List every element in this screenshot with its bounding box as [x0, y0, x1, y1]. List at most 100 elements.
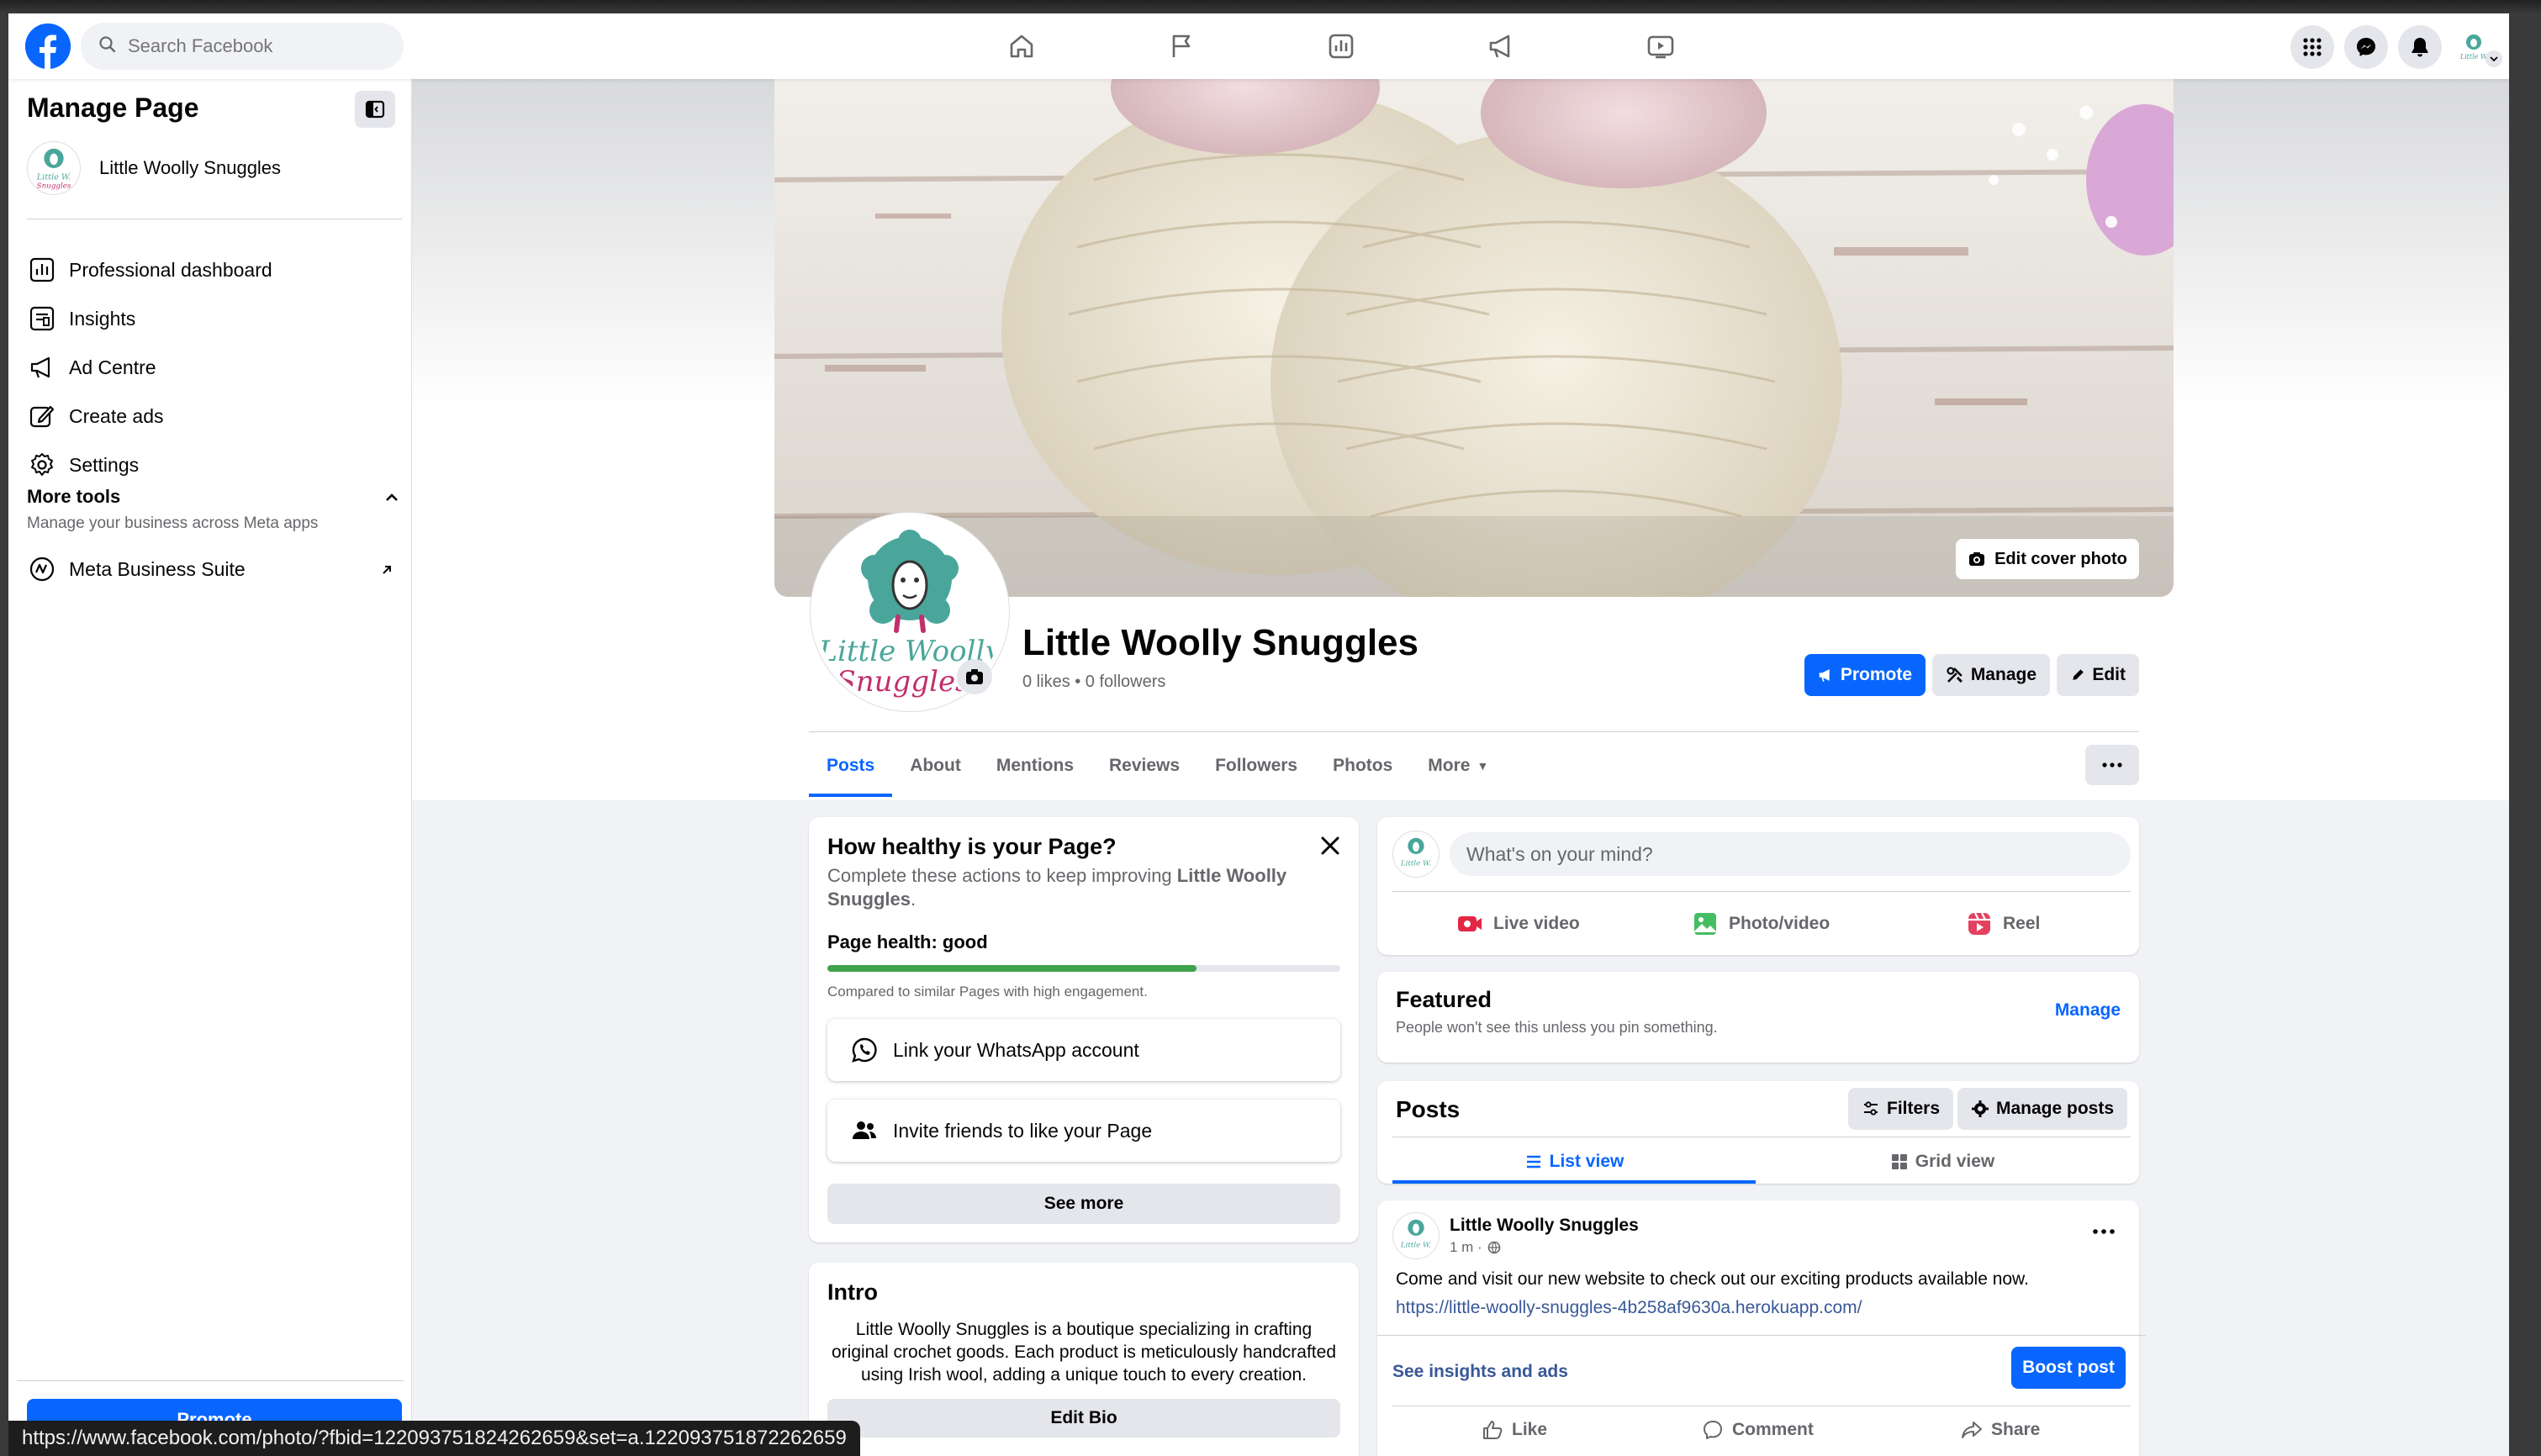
intro-card: Intro Little Woolly Snuggles is a boutiq…: [809, 1263, 1359, 1456]
sidebar-page-switcher[interactable]: Little W. Snuggles Little Woolly Snuggles: [27, 141, 281, 195]
featured-title: Featured: [1396, 987, 1492, 1012]
more-tools-subtitle: Manage your business across Meta apps: [27, 514, 319, 532]
messenger-icon[interactable]: [2344, 25, 2388, 69]
health-compare-note: Compared to similar Pages with high enga…: [827, 984, 1148, 1000]
edit-cover-photo-button[interactable]: Edit cover photo: [1956, 539, 2139, 579]
nav-home-icon[interactable]: [942, 25, 1101, 67]
share-button[interactable]: Share: [1961, 1412, 2040, 1448]
logo-text-line-2: Snuggles: [836, 665, 969, 699]
sidebar-title: Manage Page: [27, 92, 199, 123]
like-button[interactable]: Like: [1482, 1412, 1547, 1448]
svg-text:Little W: Little W: [2459, 53, 2488, 61]
more-options-button[interactable]: [2085, 745, 2139, 785]
facebook-logo-icon[interactable]: [25, 24, 71, 69]
featured-manage-link[interactable]: Manage: [2055, 1000, 2121, 1021]
filters-label: Filters: [1887, 1099, 1941, 1118]
collapse-caret-icon[interactable]: [382, 488, 402, 508]
manage-button[interactable]: Manage: [1932, 654, 2050, 696]
share-icon: [1962, 1422, 1982, 1438]
invite-friends-button[interactable]: Invite friends to like your Page: [827, 1100, 1340, 1162]
live-video-button[interactable]: Live video: [1456, 901, 1580, 947]
health-title: How healthy is your Page?: [827, 834, 1117, 859]
post-author-name[interactable]: Little Woolly Snuggles: [1450, 1216, 1639, 1236]
sidebar-item-label: Ad Centre: [69, 356, 156, 378]
sidebar-item-settings[interactable]: Settings: [24, 442, 402, 488]
nav-video-icon[interactable]: [1581, 25, 1741, 67]
composer-avatar: Little W.: [1392, 831, 1440, 878]
window-edge-left: [0, 13, 8, 1456]
see-more-label: See more: [1043, 1194, 1124, 1213]
tab-label: Posts: [827, 756, 875, 775]
health-status: Page health: good: [827, 931, 988, 952]
post-card: Little W. Little Woolly Snuggles 1 m · C…: [1377, 1200, 2146, 1456]
reel-button[interactable]: Reel: [1966, 901, 2040, 947]
post-meta: 1 m ·: [1450, 1239, 1501, 1256]
nav-flag-icon[interactable]: [1101, 25, 1261, 67]
svg-text:Little W.: Little W.: [36, 173, 71, 182]
photo-video-button[interactable]: Photo/video: [1692, 901, 1830, 947]
search-bar[interactable]: [81, 23, 404, 70]
nav-megaphone-icon[interactable]: [1421, 25, 1581, 67]
list-view-tab[interactable]: List view: [1392, 1140, 1756, 1184]
featured-card: Featured People won't see this unless yo…: [1377, 972, 2139, 1063]
menu-grid-icon[interactable]: [2290, 25, 2334, 69]
promote-label: Promote: [1840, 665, 1912, 684]
sidebar-item-label: Meta Business Suite: [69, 557, 246, 580]
link-whatsapp-button[interactable]: Link your WhatsApp account: [827, 1019, 1340, 1081]
window-edge-right: [2509, 13, 2541, 1456]
intro-title: Intro: [827, 1279, 878, 1305]
grid-view-label: Grid view: [1915, 1152, 1995, 1171]
boost-post-button[interactable]: Boost post: [2011, 1347, 2126, 1389]
nav-insights-icon[interactable]: [1261, 25, 1421, 67]
account-chevron-down-icon[interactable]: [2486, 50, 2502, 67]
post-timestamp[interactable]: 1 m ·: [1450, 1239, 1482, 1256]
cover-photo[interactable]: [774, 79, 2174, 597]
search-icon: [98, 34, 118, 59]
people-icon: [853, 1121, 876, 1139]
sidebar-item-create-ads[interactable]: Create ads: [24, 393, 402, 439]
post-options-ellipsis-icon[interactable]: [2087, 1219, 2121, 1244]
tab-followers[interactable]: Followers: [1197, 735, 1315, 797]
see-more-button[interactable]: See more: [827, 1184, 1340, 1224]
window-chrome: [0, 0, 2541, 13]
camera-icon: [1969, 552, 1985, 566]
composer-divider: [1392, 891, 2131, 892]
tab-reviews[interactable]: Reviews: [1091, 735, 1197, 797]
tab-about[interactable]: About: [892, 735, 979, 797]
sidebar-item-label: Insights: [69, 307, 136, 330]
search-input[interactable]: [128, 35, 380, 57]
sidebar-item-insights[interactable]: Insights: [24, 296, 402, 341]
top-navigation-bar: Little W: [8, 13, 2509, 79]
live-video-label: Live video: [1493, 914, 1580, 933]
post-author-avatar[interactable]: Little W.: [1392, 1212, 1440, 1259]
filters-button[interactable]: Filters: [1848, 1088, 1954, 1130]
account-avatar[interactable]: Little W: [2452, 25, 2502, 69]
sidebar-item-ad-centre[interactable]: Ad Centre: [24, 345, 402, 390]
collapse-sidebar-icon[interactable]: [355, 91, 395, 128]
edit-page-button[interactable]: Edit: [2057, 654, 2139, 696]
tab-photos[interactable]: Photos: [1315, 735, 1410, 797]
notifications-bell-icon[interactable]: [2398, 25, 2442, 69]
composer-placeholder: What's on your mind?: [1466, 842, 1653, 865]
manage-posts-button[interactable]: Manage posts: [1957, 1088, 2128, 1130]
page-title: Little Woolly Snuggles: [1022, 622, 1418, 663]
sidebar-item-professional-dashboard[interactable]: Professional dashboard: [24, 247, 402, 293]
close-icon[interactable]: [1317, 832, 1344, 859]
edit-bio-button[interactable]: Edit Bio: [827, 1399, 1340, 1438]
comment-label: Comment: [1732, 1420, 1814, 1439]
promote-button[interactable]: Promote: [1804, 654, 1926, 696]
grid-view-tab[interactable]: Grid view: [1761, 1140, 2124, 1184]
see-insights-link[interactable]: See insights and ads: [1392, 1362, 1568, 1382]
sidebar-item-meta-business-suite[interactable]: Meta Business Suite: [24, 546, 402, 592]
whats-on-your-mind-input[interactable]: What's on your mind?: [1450, 832, 2131, 876]
globe-icon: [1487, 1241, 1501, 1254]
task-label: Link your WhatsApp account: [893, 1038, 1139, 1061]
post-link[interactable]: https://little-woolly-snuggles-4b258af96…: [1396, 1298, 1862, 1318]
comment-button[interactable]: Comment: [1702, 1412, 1814, 1448]
update-profile-picture-camera-icon[interactable]: [957, 659, 992, 694]
tab-posts[interactable]: Posts: [809, 735, 893, 797]
profile-divider: [809, 731, 2139, 732]
tab-more[interactable]: More ▼: [1410, 735, 1506, 797]
tab-mentions[interactable]: Mentions: [979, 735, 1091, 797]
more-tools-section: More tools Manage your business across M…: [27, 486, 402, 533]
